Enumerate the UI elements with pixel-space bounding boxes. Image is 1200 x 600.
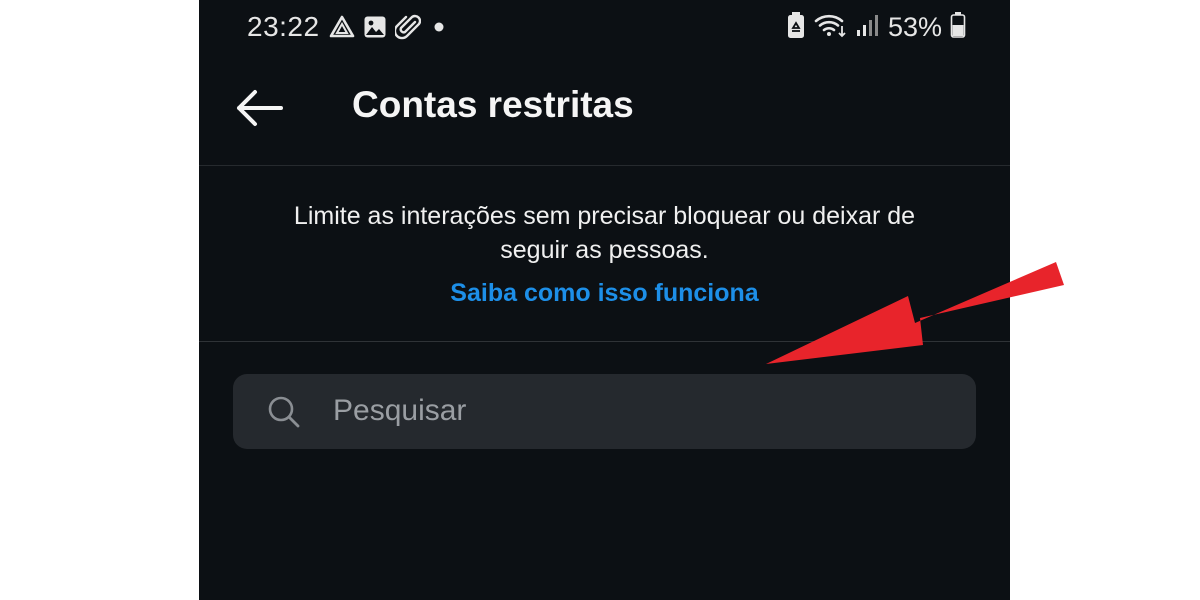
back-button[interactable] <box>229 84 289 132</box>
paperclip-icon <box>393 13 422 46</box>
battery-icon <box>950 11 966 44</box>
phone-screen: 23:22 53% Contas restritas Limite as int… <box>199 0 1010 600</box>
status-right-icons: 53% <box>786 11 966 44</box>
header: Contas restritas <box>199 54 1010 166</box>
image-icon <box>363 15 387 44</box>
info-section: Limite as interações sem precisar bloque… <box>199 167 1010 342</box>
page-title: Contas restritas <box>352 84 634 125</box>
arrow-left-icon <box>237 90 283 126</box>
dot-icon <box>429 17 449 42</box>
signal-icon <box>856 12 880 43</box>
drive-icon <box>329 14 355 45</box>
status-left-icons <box>329 13 449 46</box>
search-input[interactable] <box>333 386 953 436</box>
search-box[interactable] <box>233 374 976 449</box>
battery-percent: 53% <box>887 12 942 42</box>
info-description: Limite as interações sem precisar bloque… <box>293 202 916 264</box>
status-bar: 23:22 53% <box>199 0 1010 54</box>
learn-more-link[interactable]: Saiba como isso funciona <box>199 279 1010 308</box>
wifi-icon <box>814 12 848 43</box>
status-time: 23:22 <box>247 11 320 42</box>
search-icon <box>268 396 300 428</box>
battery-saver-icon <box>786 11 806 44</box>
